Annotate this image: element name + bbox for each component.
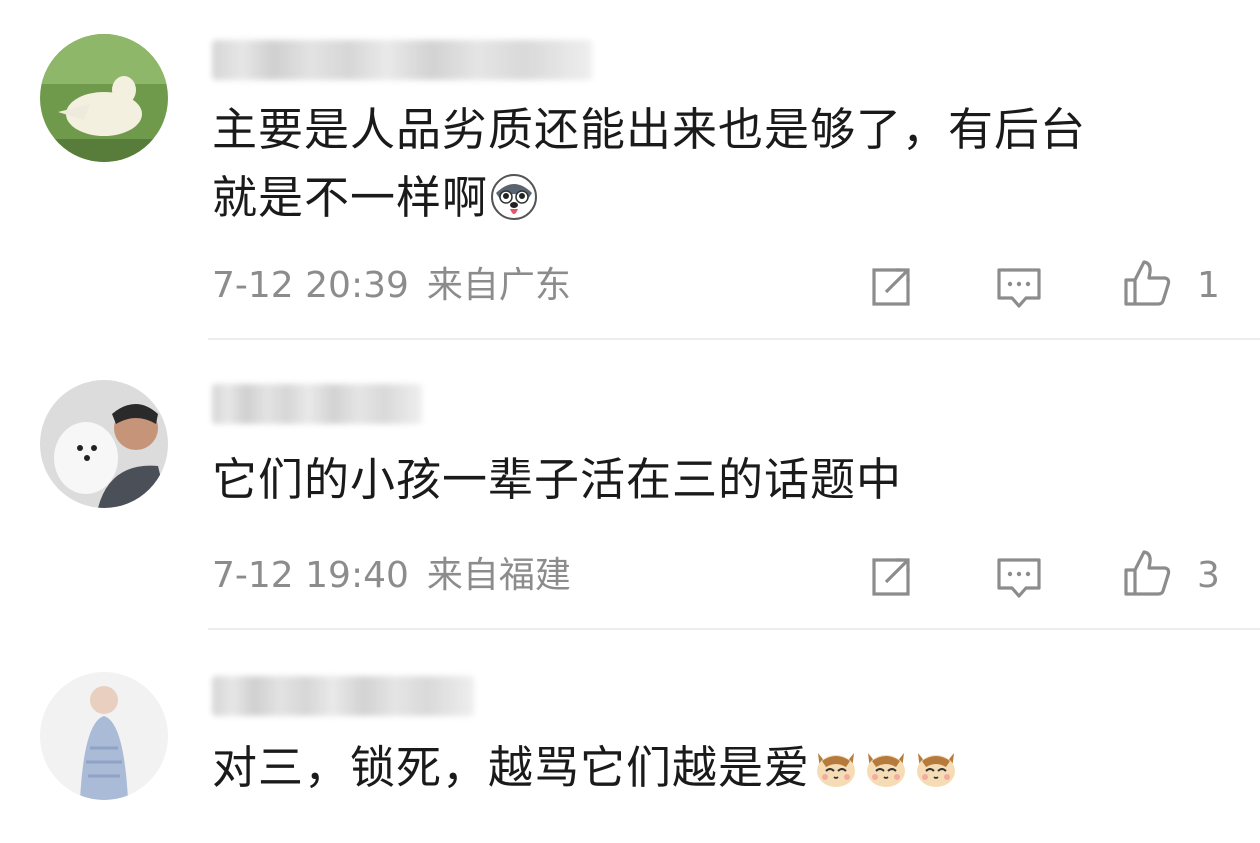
avatar[interactable]	[40, 672, 168, 800]
avatar[interactable]	[40, 380, 168, 508]
comment-text-line: 主要是人品劣质还能出来也是够了，有后台	[212, 103, 1087, 156]
thumbs-up-icon[interactable]	[1122, 258, 1172, 308]
comment-text-fragment: 对三，锁死，越骂它们越是爱	[212, 741, 811, 794]
thumbs-up-icon[interactable]	[1122, 548, 1172, 598]
comment-text: 对三，锁死，越骂它们越是爱	[212, 734, 1212, 802]
comment-text: 主要是人品劣质还能出来也是够了，有后台 就是不一样啊	[212, 96, 1212, 232]
share-icon[interactable]	[866, 552, 916, 602]
comment-text-fragment: 就是不一样啊	[212, 171, 489, 224]
comment-meta: 7-12 19:40 来自福建	[212, 556, 571, 596]
username-blurred[interactable]	[212, 676, 474, 716]
comment-text: 它们的小孩一辈子活在三的话题中	[212, 446, 1212, 514]
comment-date: 7-12 19:40	[212, 555, 409, 596]
comment-meta: 7-12 20:39 来自广东	[212, 266, 571, 306]
comment-icon[interactable]	[994, 262, 1044, 312]
comment-date: 7-12 20:39	[212, 265, 409, 306]
comment-icon[interactable]	[994, 552, 1044, 602]
husky-emoji-icon	[491, 174, 538, 220]
cat-emoji-icon	[917, 753, 956, 787]
comment-divider	[208, 338, 1260, 340]
comment-text-line: 对三，锁死，越骂它们越是爱	[212, 734, 1212, 802]
cat-emoji-icon	[817, 753, 856, 787]
comment-text-line: 它们的小孩一辈子活在三的话题中	[212, 453, 903, 506]
like-count: 1	[1197, 265, 1220, 306]
comment-text-line: 就是不一样啊	[212, 164, 1212, 232]
share-icon[interactable]	[866, 262, 916, 312]
cat-emoji-icon	[867, 753, 906, 787]
username-blurred[interactable]	[212, 40, 592, 80]
comment-divider	[208, 628, 1260, 630]
comment-location: 来自福建	[426, 555, 571, 596]
username-blurred[interactable]	[212, 384, 422, 424]
avatar[interactable]	[40, 34, 168, 162]
comment-location: 来自广东	[426, 265, 571, 306]
like-count: 3	[1197, 555, 1220, 596]
